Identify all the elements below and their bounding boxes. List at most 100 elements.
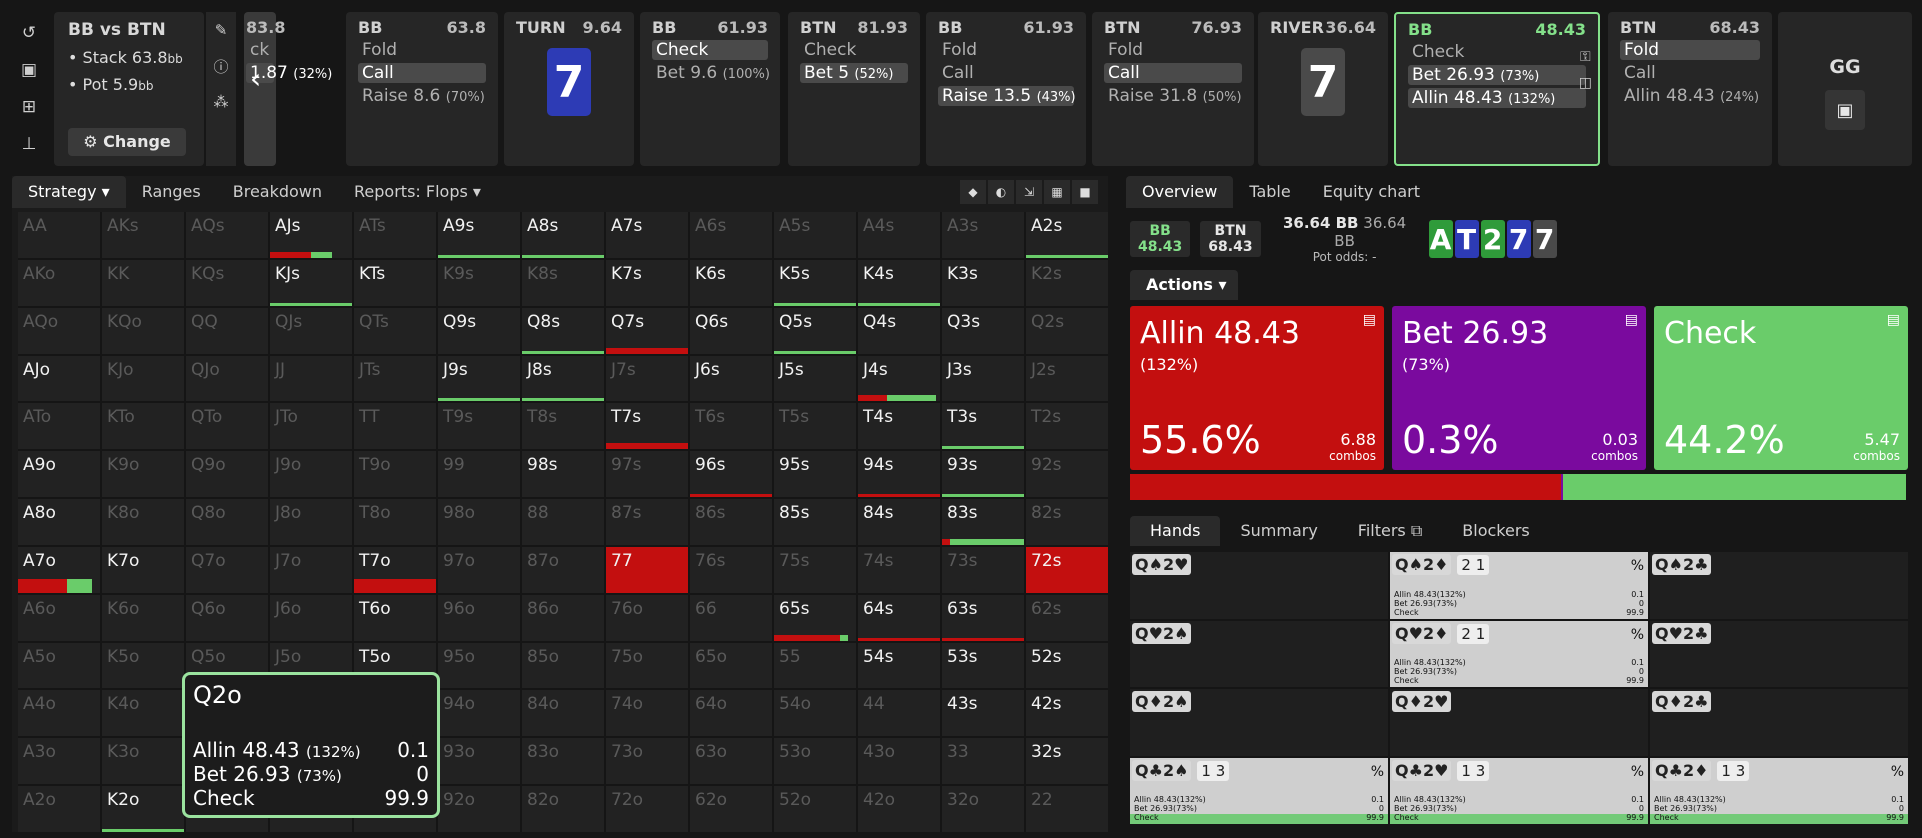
hand-cell[interactable]: 92o [438,786,520,832]
hand-cell[interactable]: Q9s [438,307,520,354]
node-action-row[interactable]: Bet 9.6 (100%) [652,63,770,83]
hand-combo[interactable]: Q♦2♥ [1390,689,1648,756]
hand-cell[interactable]: ATo [18,403,100,450]
hand-cell[interactable]: 84o [522,690,604,737]
hand-cell[interactable]: A8o [18,499,100,545]
hand-cell[interactable]: 94s [858,451,940,498]
hand-cell[interactable]: T7o [354,546,436,593]
node-action-row[interactable]: Bet 5 (52%) [800,63,908,83]
hand-cell[interactable]: A2o [18,786,100,832]
hand-cell[interactable]: 54s [858,642,940,689]
hand-cell[interactable]: 92s [1026,451,1108,498]
hand-cell[interactable]: 96s [690,451,772,498]
action-node-7[interactable]: BTN 68.43 Fold Call Allin 48.43 (24%) [1608,12,1772,166]
hand-cell[interactable]: 95s [774,451,856,498]
hand-cell[interactable]: 95o [438,642,520,689]
hand-cell[interactable]: A5o [18,642,100,689]
hand-cell[interactable]: A6s [690,212,772,258]
hand-cell[interactable]: 42o [858,786,940,832]
node-action-row[interactable]: Call [1104,63,1242,83]
hand-combo[interactable]: Q♣2♠ 1 3% Allin 48.43(132%) 0.1 Bet 26.93(73… [1130,757,1388,824]
hand-cell[interactable]: 72o [606,786,688,832]
hand-cell[interactable]: 42s [1026,690,1108,737]
hand-cell[interactable]: Q5s [774,307,856,354]
hand-cell[interactable]: Q7s [606,307,688,354]
hand-cell[interactable]: KQo [102,307,184,354]
compress-icon[interactable]: ⇲ [1016,180,1042,204]
hand-cell[interactable]: 62o [690,786,772,832]
hand-cell[interactable]: T5s [774,403,856,450]
hand-cell[interactable]: 85o [522,642,604,689]
hand-combo[interactable]: Q♠2♥ [1130,552,1388,619]
hand-cell[interactable]: 88 [522,499,604,545]
tab-reports-flops[interactable]: Reports: Flops ▾ [338,176,497,208]
change-button[interactable]: ⚙ Change [68,128,186,156]
gamepad-icon[interactable]: ⊞ [12,88,46,125]
hand-cell[interactable]: 72s [1026,546,1108,593]
hand-cell[interactable]: T8s [522,403,604,450]
hand-cell[interactable]: 62s [1026,594,1108,641]
hand-cell[interactable]: A6o [18,594,100,641]
hand-cell[interactable]: 43s [942,690,1024,737]
hand-cell[interactable]: AKo [18,259,100,306]
hand-cell[interactable]: T4s [858,403,940,450]
action-box-1[interactable]: Bet 26.93 (73%) 0.3% 0.03 combos ▤ [1392,306,1646,470]
cube-icon[interactable]: ◆ [960,180,986,204]
hand-cell[interactable]: 74s [858,546,940,593]
node-action-row[interactable]: Raise 31.8 (50%) [1104,86,1242,106]
hand-cell[interactable]: 44 [858,690,940,737]
pencil-icon[interactable]: ✎ [206,12,236,48]
node-action-row[interactable]: Check [652,40,768,60]
save-button[interactable]: ▣ [1825,90,1865,130]
hand-cell[interactable]: 65s [774,594,856,641]
hand-cell[interactable]: 75s [774,546,856,593]
hand-cell[interactable]: 76s [690,546,772,593]
hand-cell[interactable]: KJs [270,259,352,306]
hand-cell[interactable]: J9o [270,451,352,498]
hand-cell[interactable]: 99 [438,451,520,498]
hand-cell[interactable]: AQs [186,212,268,258]
hand-cell[interactable]: K6s [690,259,772,306]
hand-cell[interactable]: T9s [438,403,520,450]
hand-cell[interactable]: 63s [942,594,1024,641]
tab-breakdown[interactable]: Breakdown [217,176,338,208]
hand-cell[interactable]: A3s [942,212,1024,258]
hand-cell[interactable]: 83s [942,499,1024,545]
hand-cell[interactable]: J2s [1026,355,1108,402]
hand-cell[interactable]: AA [18,212,100,258]
node-action-row[interactable]: Fold [1104,40,1242,60]
hand-cell[interactable]: J5s [774,355,856,402]
hand-cell[interactable]: Q8s [522,307,604,354]
hand-cell[interactable]: A9o [18,451,100,498]
node-action-row[interactable]: Check [800,40,908,60]
hand-cell[interactable]: Q4s [858,307,940,354]
hand-cell[interactable]: K7o [102,546,184,593]
hand-cell[interactable]: 84s [858,499,940,545]
hand-cell[interactable]: T6o [354,594,436,641]
tab-filters[interactable]: Filters ⧉ [1338,516,1442,546]
hand-cell[interactable]: J3s [942,355,1024,402]
hand-cell[interactable]: K3o [102,738,184,785]
node-action-row[interactable]: Check [1408,42,1586,62]
hand-combo[interactable]: Q♦2♠ [1130,689,1388,756]
hand-cell[interactable]: ATs [354,212,436,258]
hand-cell[interactable]: A8s [522,212,604,258]
compare-icon[interactable]: ◫ [1579,70,1592,96]
hand-cell[interactable]: 63o [690,738,772,785]
hand-cell[interactable]: T2s [1026,403,1108,450]
hand-cell[interactable]: 32o [942,786,1024,832]
hand-cell[interactable]: QJo [186,355,268,402]
hand-cell[interactable]: KK [102,259,184,306]
action-node-6[interactable]: BB 48.43 Check Bet 26.93 (73%) Allin 48.43 (… [1394,12,1600,166]
hand-cell[interactable]: 82s [1026,499,1108,545]
node-action-row[interactable]: Allin 48.43 (132%) [1408,88,1586,108]
node-action-row[interactable]: ck [246,40,274,60]
node-action-row[interactable]: Call [1620,63,1760,83]
hand-cell[interactable]: T9o [354,451,436,498]
tab-equity-chart[interactable]: Equity chart [1307,176,1436,208]
hand-cell[interactable]: K6o [102,594,184,641]
hand-cell[interactable]: JTo [270,403,352,450]
hand-combo[interactable]: Q♠2♦ 2 1% Allin 48.43(132%) 0.1 Bet 26.93(73… [1390,552,1648,619]
hand-cell[interactable]: 96o [438,594,520,641]
hand-combo[interactable]: Q♣2♥ 1 3% Allin 48.43(132%) 0.1 Bet 26.93(73… [1390,757,1648,824]
